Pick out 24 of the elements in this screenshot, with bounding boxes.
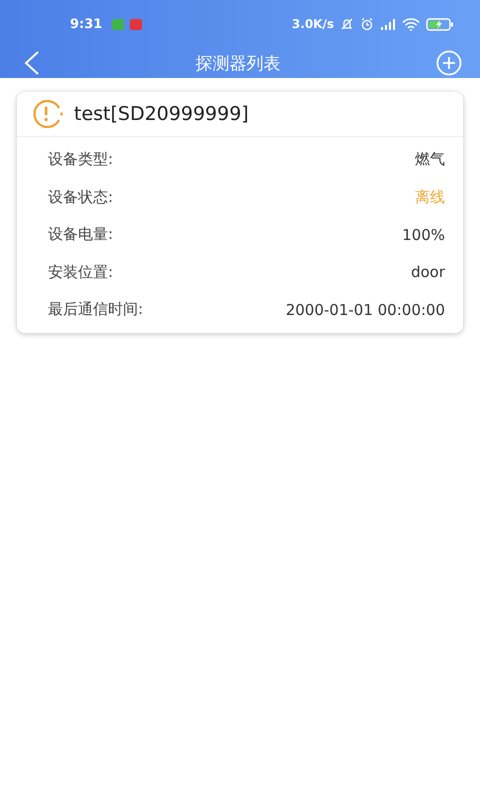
field-value: 离线: [415, 188, 445, 207]
app-icon: [130, 18, 142, 30]
field-label: 安装位置:: [48, 262, 114, 282]
alarm-icon: [360, 17, 374, 31]
add-button[interactable]: [436, 50, 462, 76]
field-value: door: [410, 263, 445, 282]
field-label: 设备类型:: [48, 150, 114, 170]
field-value: 2000-01-01 00:00:00: [286, 300, 445, 319]
network-speed: 3.0K/s: [292, 17, 334, 31]
field-label: 设备电量:: [48, 225, 114, 244]
field-value: 100%: [402, 226, 445, 244]
page-title: 探测器列表: [196, 52, 280, 74]
field-label: 最后通信时间:: [48, 300, 144, 320]
field-value: 燃气: [415, 150, 445, 170]
app-icon: [112, 18, 124, 30]
back-button[interactable]: [24, 51, 40, 75]
device-card[interactable]: test[SD20999999] 设备类型: 燃气 设备状态: 离线 设备电量: 100% 安装位置: door 最后通信时间: 2000-01-01 00:00:00: [17, 92, 463, 332]
wifi-icon: [402, 18, 420, 30]
mute-icon: [340, 17, 354, 31]
status-time: 9:31: [70, 16, 102, 32]
field-label: 设备状态:: [48, 188, 114, 207]
battery-icon: [426, 18, 454, 30]
signal-icon: [380, 18, 396, 30]
device-name: test[SD20999999]: [74, 103, 249, 125]
